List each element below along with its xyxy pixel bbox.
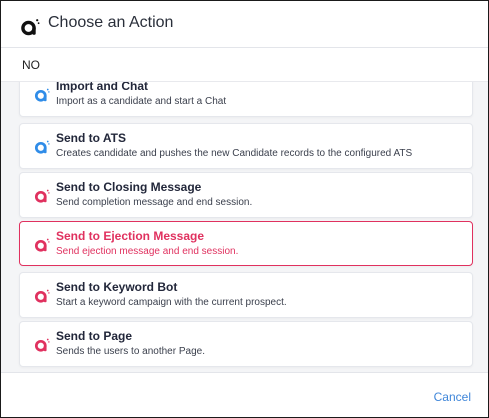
action-title: Send to Closing Message xyxy=(56,180,202,194)
action-description: Start a keyword campaign with the curren… xyxy=(56,297,287,308)
action-description: Creates candidate and pushes the new Can… xyxy=(56,148,413,159)
action-list[interactable]: Import and Chat Import as a candidate an… xyxy=(1,81,488,373)
cancel-button[interactable]: Cancel xyxy=(434,390,471,404)
blue-logo-icon xyxy=(34,140,50,154)
dialog-subtitle: NO xyxy=(22,58,40,72)
action-description: Send completion message and end session. xyxy=(56,197,253,208)
action-description: Import as a candidate and start a Chat xyxy=(56,96,227,107)
action-title: Send to Keyword Bot xyxy=(56,280,178,294)
action-title: Send to ATS xyxy=(56,131,126,145)
action-item-send-to-keyword-bot[interactable]: Send to Keyword Bot Start a keyword camp… xyxy=(19,272,473,318)
dialog-title: Choose an Action xyxy=(48,14,174,31)
pink-logo-icon xyxy=(34,289,50,303)
action-item-send-to-closing-message[interactable]: Send to Closing Message Send completion … xyxy=(19,172,473,218)
action-title: Send to Page xyxy=(56,329,133,343)
action-dialog: Choose an Action NO Import and Chat Impo… xyxy=(0,0,489,418)
app-logo-icon xyxy=(21,19,40,36)
action-description: Send ejection message and end session. xyxy=(56,246,239,257)
action-description: Sends the users to another Page. xyxy=(56,346,205,357)
action-item-send-to-ejection-message[interactable]: Send to Ejection Message Send ejection m… xyxy=(19,221,473,266)
pink-logo-icon xyxy=(34,189,50,203)
action-title: Import and Chat xyxy=(56,81,148,93)
action-title: Send to Ejection Message xyxy=(56,229,205,243)
action-item-send-to-page[interactable]: Send to Page Sends the users to another … xyxy=(19,321,473,367)
dialog-header: Choose an Action xyxy=(1,1,488,48)
action-item-import-and-chat[interactable]: Import and Chat Import as a candidate an… xyxy=(19,81,473,117)
action-item-send-to-ats[interactable]: Send to ATS Creates candidate and pushes… xyxy=(19,123,473,169)
pink-logo-icon xyxy=(34,338,50,352)
pink-logo-icon xyxy=(34,238,50,252)
blue-logo-icon xyxy=(34,88,50,102)
